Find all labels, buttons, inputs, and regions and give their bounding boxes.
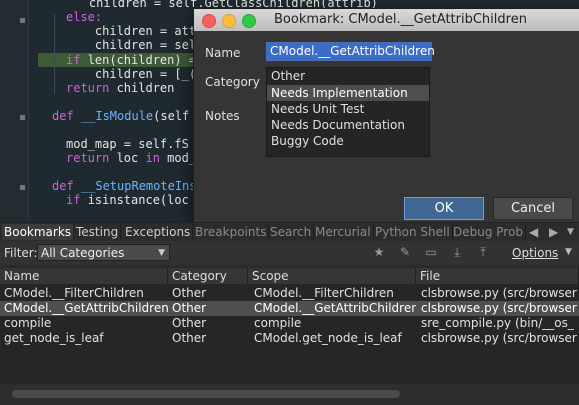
column-header-file[interactable]: File — [416, 268, 579, 284]
code-line: children = self — [66, 38, 204, 52]
tab-search[interactable]: Search — [268, 224, 315, 240]
horizontal-scrollbar[interactable] — [0, 384, 579, 405]
code-line: return children — [66, 81, 175, 95]
code-line: def __SetupRemoteIns — [52, 179, 197, 193]
cell-category: Other — [172, 286, 207, 300]
category-label: Category — [205, 75, 260, 89]
notes-label: Notes — [205, 109, 240, 123]
category-option[interactable]: Needs Unit Test — [271, 102, 364, 116]
tab-breakpoints[interactable]: Breakpoints — [193, 224, 270, 240]
cell-name: CModel.__FilterChildren — [4, 286, 144, 300]
fold-marker-icon[interactable] — [20, 115, 25, 120]
filter-label: Filter: — [4, 246, 38, 260]
cell-scope: CModel.get_node_is_leaf — [254, 331, 402, 345]
table-row-selected[interactable]: CModel.__GetAttribChildren Other CModel.… — [0, 301, 579, 316]
minimize-window-icon[interactable] — [222, 14, 236, 28]
tab-exceptions[interactable]: Exceptions — [123, 224, 194, 240]
code-line: children = attr — [66, 24, 204, 38]
dialog-title: Bookmark: CModel.__GetAttribChildren — [274, 12, 527, 27]
code-line: mod_map = self.fS — [66, 137, 189, 151]
cell-name: CModel.__GetAttribChildren — [4, 301, 168, 315]
code-line: else: — [66, 10, 103, 24]
tab-debug-probe[interactable]: Debug Prob — [451, 224, 526, 240]
cell-category: Other — [172, 301, 207, 315]
code-line: children = [_(' — [66, 67, 204, 81]
bookmark-star-icon[interactable]: ★ — [372, 245, 386, 259]
filter-dropdown-value: All Categories — [41, 246, 125, 260]
options-menu-button[interactable]: Options — [512, 246, 558, 260]
cell-file: clsbrowse.py (src/browser — [421, 331, 577, 345]
name-field-value: CModel.__GetAttribChildren — [267, 43, 435, 60]
fold-marker-icon[interactable] — [20, 185, 25, 190]
tab-scroll-left-icon[interactable]: ◀ — [527, 224, 540, 240]
filter-dropdown[interactable]: All Categories ▼ — [37, 244, 170, 261]
category-option[interactable]: Other — [271, 69, 305, 83]
cell-scope: compile — [254, 316, 302, 330]
cancel-button[interactable]: Cancel — [493, 197, 573, 220]
cell-file: sre_compile.py (bin/__os_ — [421, 316, 574, 330]
cell-name: get_node_is_leaf — [4, 331, 104, 345]
indent-guide — [54, 14, 55, 94]
ok-button[interactable]: OK — [404, 197, 484, 220]
export-icon[interactable]: ⤒ — [476, 245, 490, 259]
code-line: if isinstance(loc — [66, 193, 189, 207]
tab-mercurial[interactable]: Mercurial — [313, 224, 374, 240]
dialog-titlebar[interactable]: Bookmark: CModel.__GetAttribChildren — [194, 9, 579, 31]
delete-icon[interactable]: ▭ — [424, 245, 438, 259]
table-row[interactable]: compile Other compile sre_compile.py (bi… — [0, 316, 579, 331]
category-option[interactable]: Buggy Code — [271, 134, 344, 148]
category-option[interactable]: Needs Documentation — [271, 118, 405, 132]
column-header-category[interactable]: Category — [168, 268, 248, 284]
column-header-name[interactable]: Name — [0, 268, 168, 284]
name-label: Name — [205, 46, 241, 60]
zoom-window-icon[interactable] — [242, 14, 256, 28]
cell-file: clsbrowse.py (src/browser — [421, 301, 577, 315]
cell-file: clsbrowse.py (src/browser — [421, 286, 577, 300]
notes-field[interactable] — [266, 159, 566, 189]
cell-scope: CModel.__GetAttribChildren — [254, 301, 416, 315]
code-line: return loc in mod_ — [66, 151, 197, 165]
tab-scroll-right-icon[interactable]: ▶ — [547, 224, 560, 240]
table-row[interactable]: get_node_is_leaf Other CModel.get_node_i… — [0, 331, 579, 346]
cell-category: Other — [172, 316, 207, 330]
bookmarks-toolbar: Filter: All Categories ▼ ★ ✎ ▭ ⤓ ⤒ Optio… — [0, 241, 579, 265]
fold-marker-icon[interactable] — [20, 18, 25, 23]
tab-bookmarks[interactable]: Bookmarks — [2, 224, 75, 240]
scrollbar-thumb[interactable] — [12, 390, 400, 398]
chevron-down-icon: ▼ — [158, 248, 165, 258]
cell-scope: CModel.__FilterChildren — [254, 286, 394, 300]
chevron-down-icon: ▼ — [565, 247, 572, 257]
tool-tab-bar: Bookmarks Testing Exceptions Breakpoints… — [0, 222, 579, 241]
category-list[interactable]: Other Needs Implementation Needs Unit Te… — [266, 67, 430, 157]
tab-python-shell[interactable]: Python Shell — [373, 224, 453, 240]
category-option-selected[interactable]: Needs Implementation — [271, 86, 408, 100]
column-header-scope[interactable]: Scope — [248, 268, 416, 284]
tab-menu-icon[interactable]: ▼ — [565, 224, 576, 240]
bookmarks-table: Name Category Scope File CModel.__Filter… — [0, 268, 579, 384]
table-row[interactable]: CModel.__FilterChildren Other CModel.__F… — [0, 286, 579, 301]
name-field[interactable]: CModel.__GetAttribChildren — [266, 42, 435, 61]
import-icon[interactable]: ⤓ — [450, 245, 464, 259]
tab-testing[interactable]: Testing — [74, 224, 122, 240]
bookmark-dialog: Bookmark: CModel.__GetAttribChildren Nam… — [193, 8, 579, 228]
code-line: def __IsModule(self — [52, 109, 190, 123]
cell-name: compile — [4, 316, 52, 330]
edit-pencil-icon[interactable]: ✎ — [398, 245, 412, 259]
editor-gutter — [0, 0, 29, 222]
cell-category: Other — [172, 331, 207, 345]
close-window-icon[interactable] — [202, 14, 216, 28]
